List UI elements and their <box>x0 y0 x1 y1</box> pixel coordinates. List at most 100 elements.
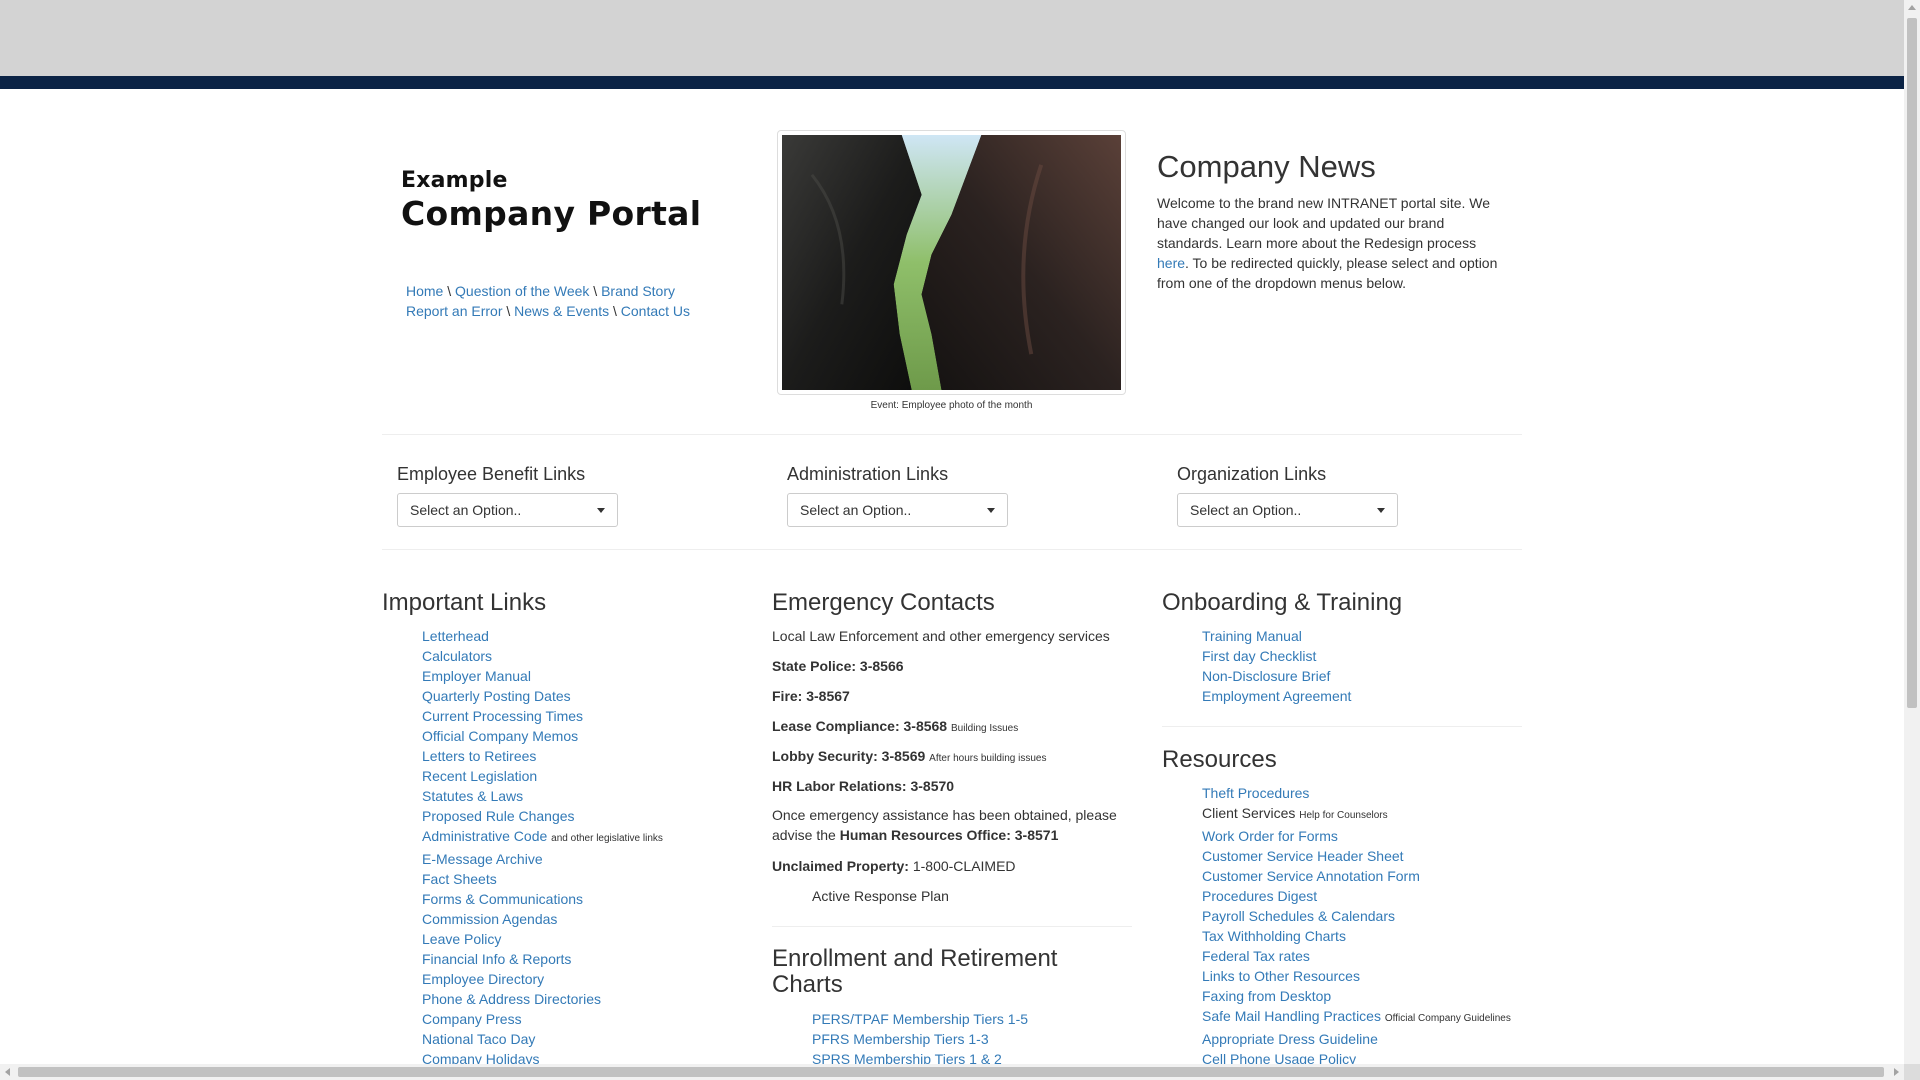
important-link[interactable]: Calculators <box>422 648 492 664</box>
important-link[interactable]: Company Press <box>422 1011 522 1027</box>
employee-benefit-links-select[interactable]: Select an Option.. <box>397 493 618 527</box>
important-link[interactable]: Official Company Memos <box>422 728 578 744</box>
resource-link[interactable]: Payroll Schedules & Calendars <box>1202 908 1395 924</box>
list-item: Non-Disclosure Brief <box>1202 666 1351 686</box>
important-link[interactable]: Forms & Communications <box>422 891 583 907</box>
important-link[interactable]: Recent Legislation <box>422 768 537 784</box>
nav-link-home[interactable]: Home <box>406 283 443 299</box>
important-link[interactable]: Financial Info & Reports <box>422 951 571 967</box>
emergency-contact: Lobby Security: 3-8569 After hours build… <box>772 746 1046 769</box>
scroll-up-arrow-icon[interactable] <box>1908 5 1916 10</box>
important-link[interactable]: Letterhead <box>422 628 489 644</box>
important-link[interactable]: Employer Manual <box>422 668 531 684</box>
list-item: Commission Agendas <box>422 909 663 929</box>
resource-note: Help for Counselors <box>1299 810 1388 821</box>
important-link[interactable]: Administrative Code <box>422 828 547 844</box>
onboarding-link[interactable]: Training Manual <box>1202 628 1302 644</box>
organization-links-label: Organization Links <box>1177 464 1327 484</box>
important-link[interactable]: Commission Agendas <box>422 911 557 927</box>
resource-link[interactable]: Faxing from Desktop <box>1202 988 1331 1004</box>
horizontal-scrollbar[interactable] <box>0 1064 1904 1080</box>
link-note: and other legislative links <box>551 833 663 844</box>
administration-links-label: Administration Links <box>787 464 949 484</box>
list-item: Quarterly Posting Dates <box>422 686 663 706</box>
enrollment-link[interactable]: PERS/TPAF Membership Tiers 1-5 <box>812 1011 1028 1027</box>
important-link[interactable]: Phone & Address Directories <box>422 991 601 1007</box>
breadcrumb-separator: \ <box>447 283 452 299</box>
list-item: Federal Tax rates <box>1202 946 1511 966</box>
important-link[interactable]: Current Processing Times <box>422 708 583 724</box>
enrollment-link[interactable]: PFRS Membership Tiers 1-3 <box>812 1031 989 1047</box>
scrollbar-thumb[interactable] <box>18 1067 1884 1077</box>
resource-link[interactable]: Procedures Digest <box>1202 888 1317 904</box>
redesign-here-link[interactable]: here <box>1157 255 1185 271</box>
important-link[interactable]: Statutes & Laws <box>422 788 523 804</box>
resource-link[interactable]: Safe Mail Handling Practices <box>1202 1008 1381 1024</box>
list-item: PERS/TPAF Membership Tiers 1-5 <box>812 1009 1028 1029</box>
company-news-text: Welcome to the brand new INTRANET portal… <box>1157 193 1502 293</box>
resource-link[interactable]: Tax Withholding Charts <box>1202 928 1346 944</box>
administration-links-select[interactable]: Select an Option.. <box>787 493 1008 527</box>
contact-label: Lobby Security: 3-8569 <box>772 748 926 764</box>
breadcrumb: Home \ Question of the Week \ Brand Stor… <box>406 281 690 321</box>
breadcrumb-separator: \ <box>593 283 598 299</box>
breadcrumb-row-2: Report an Error \ News & Events \ Contac… <box>406 301 690 321</box>
list-item: Work Order for Forms <box>1202 826 1511 846</box>
onboarding-link[interactable]: Non-Disclosure Brief <box>1202 668 1330 684</box>
emergency-contact: HR Labor Relations: 3-8570 <box>772 776 954 796</box>
scrollbar-corner <box>1904 1064 1920 1080</box>
list-item: Customer Service Annotation Form <box>1202 866 1511 886</box>
top-header-bar <box>0 0 1904 76</box>
nav-link-contact-us[interactable]: Contact Us <box>621 303 690 319</box>
onboarding-link[interactable]: Employment Agreement <box>1202 688 1351 704</box>
nav-link-question-of-the-week[interactable]: Question of the Week <box>455 283 589 299</box>
resource-note: Official Company Guidelines <box>1384 1013 1511 1024</box>
resources-list: Theft Procedures Client Services Help for… <box>1202 783 1511 1069</box>
list-item: Training Manual <box>1202 626 1351 646</box>
list-item: Administrative Code and other legislativ… <box>422 826 663 849</box>
list-item: Employment Agreement <box>1202 686 1351 706</box>
resource-link[interactable]: Links to Other Resources <box>1202 968 1360 984</box>
list-item: National Taco Day <box>422 1029 663 1049</box>
scrollbar-thumb[interactable] <box>1907 18 1917 708</box>
list-item: First day Checklist <box>1202 646 1351 666</box>
list-item: Company Press <box>422 1009 663 1029</box>
scroll-right-arrow-icon[interactable] <box>1894 1068 1899 1076</box>
news-text-before: Welcome to the brand new INTRANET portal… <box>1157 195 1491 251</box>
important-link[interactable]: National Taco Day <box>422 1031 535 1047</box>
enrollment-title: Enrollment and Retirement Charts <box>772 945 1058 998</box>
organization-links-select[interactable]: Select an Option.. <box>1177 493 1398 527</box>
important-link[interactable]: Letters to Retirees <box>422 748 536 764</box>
resource-link[interactable]: Customer Service Header Sheet <box>1202 848 1404 864</box>
list-item: Letterhead <box>422 626 663 646</box>
resource-link[interactable]: Theft Procedures <box>1202 785 1309 801</box>
important-link[interactable]: Proposed Rule Changes <box>422 808 575 824</box>
divider <box>382 549 1522 550</box>
vertical-scrollbar[interactable] <box>1904 0 1920 1080</box>
list-item: Employer Manual <box>422 666 663 686</box>
important-link[interactable]: Fact Sheets <box>422 871 497 887</box>
breadcrumb-separator: \ <box>506 303 511 319</box>
important-link[interactable]: E-Message Archive <box>422 851 543 867</box>
caret-down-icon <box>987 507 995 513</box>
list-item: Phone & Address Directories <box>422 989 663 1009</box>
advise-text: Once emergency assistance has been obtai… <box>772 805 1132 845</box>
nav-link-report-error[interactable]: Report an Error <box>406 303 502 319</box>
scroll-left-arrow-icon[interactable] <box>5 1068 10 1076</box>
important-link[interactable]: Quarterly Posting Dates <box>422 688 571 704</box>
active-response-plan-link[interactable]: Active Response Plan <box>812 886 949 906</box>
resource-link[interactable]: Federal Tax rates <box>1202 948 1310 964</box>
onboarding-link[interactable]: First day Checklist <box>1202 648 1316 664</box>
photo-caption: Event: Employee photo of the month <box>870 400 1033 411</box>
resource-link[interactable]: Work Order for Forms <box>1202 828 1338 844</box>
resource-link[interactable]: Appropriate Dress Guideline <box>1202 1031 1378 1047</box>
important-link[interactable]: Employee Directory <box>422 971 544 987</box>
company-logo[interactable]: Example Company Portal <box>401 168 701 233</box>
resource-link[interactable]: Customer Service Annotation Form <box>1202 868 1420 884</box>
emergency-contact: Fire: 3-8567 <box>772 686 850 706</box>
select-value: Select an Option.. <box>410 502 522 518</box>
important-link[interactable]: Leave Policy <box>422 931 501 947</box>
nav-link-brand-story[interactable]: Brand Story <box>601 283 675 299</box>
unclaimed-label: Unclaimed Property: <box>772 858 909 874</box>
nav-link-news-events[interactable]: News & Events <box>514 303 609 319</box>
